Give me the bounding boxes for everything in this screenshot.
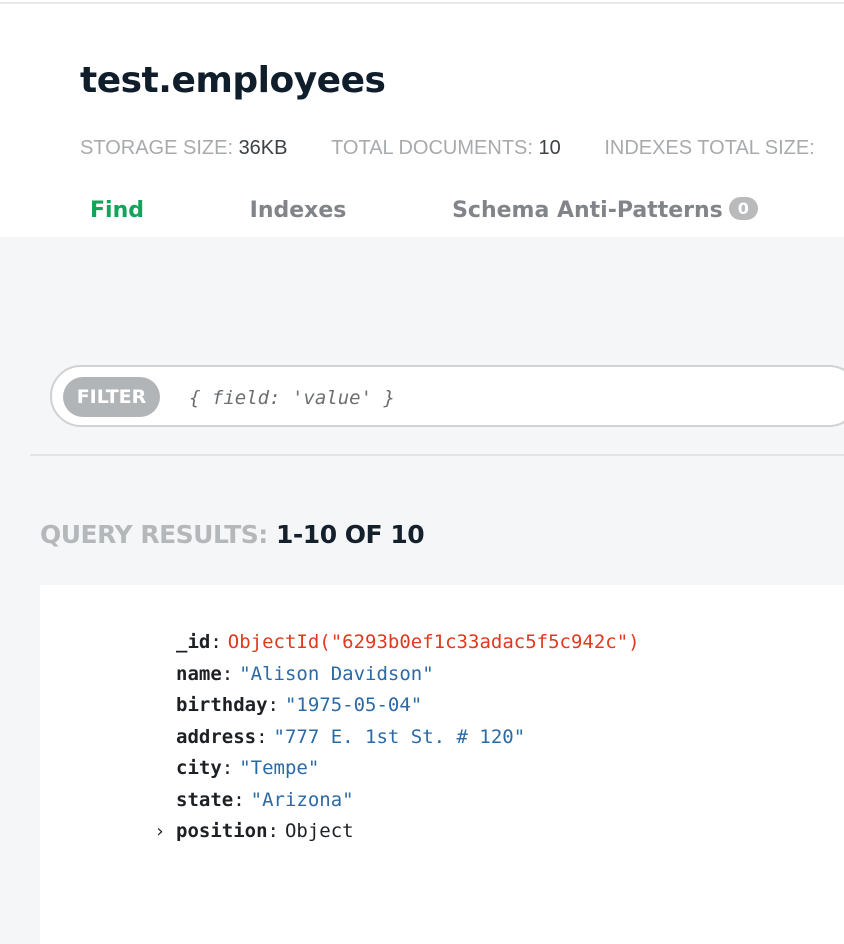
stat-value: 36KB xyxy=(238,137,288,159)
collection-header: test.employees STORAGE SIZE: 36KB TOTAL … xyxy=(0,4,844,237)
field-key: position xyxy=(176,820,268,842)
field-key: birthday xyxy=(176,694,268,716)
chevron-right-icon[interactable]: › xyxy=(152,816,168,848)
stat-indexes-total-size: INDEXES TOTAL SIZE: xyxy=(604,137,814,160)
field-colon: : xyxy=(221,662,234,685)
filter-input[interactable] xyxy=(187,381,791,415)
stat-label: TOTAL DOCUMENTS: xyxy=(331,137,533,159)
stat-label: INDEXES TOTAL SIZE: xyxy=(604,137,815,159)
results-count: 1-10 OF 10 xyxy=(276,520,425,549)
tab-indexes[interactable]: Indexes xyxy=(250,198,347,223)
document-card: _id: ObjectId("6293b0ef1c33adac5f5c942c")… xyxy=(40,585,844,944)
tab-label: Schema Anti-Patterns xyxy=(452,198,723,223)
field-value-string: "777 E. 1st St. # 120" xyxy=(273,725,526,748)
filter-bar: FILTER xyxy=(50,365,844,427)
tab-find[interactable]: Find xyxy=(90,198,144,223)
field-row-position: › position: Object xyxy=(156,816,640,848)
find-panel: FILTER QUERY RESULTS: 1-10 OF 10 _id:Obj… xyxy=(0,237,844,944)
field-key: city xyxy=(176,757,222,779)
field-row-name: name: "Alison Davidson" xyxy=(176,659,640,691)
query-results-heading: QUERY RESULTS: 1-10 OF 10 xyxy=(40,520,425,549)
filter-label-pill: FILTER xyxy=(63,377,160,417)
field-key: name xyxy=(176,662,222,685)
stat-value: 10 xyxy=(538,137,561,159)
stat-label: STORAGE SIZE: xyxy=(80,137,233,159)
divider xyxy=(30,454,844,456)
count-badge: 0 xyxy=(728,197,758,220)
field-value-objectid: ObjectId("6293b0ef1c33adac5f5c942c") xyxy=(227,631,640,653)
field-row-state: state: "Arizona" xyxy=(176,785,640,817)
collection-stats: STORAGE SIZE: 36KB TOTAL DOCUMENTS: 10 I… xyxy=(80,137,844,160)
tab-schema-anti-patterns[interactable]: Schema Anti-Patterns 0 xyxy=(452,197,758,223)
field-colon: : xyxy=(221,757,234,779)
field-row-address: address: "777 E. 1st St. # 120" xyxy=(176,722,640,754)
field-colon: : xyxy=(267,820,279,842)
field-value-string: "1975-05-04" xyxy=(284,694,423,716)
field-colon: : xyxy=(233,788,245,811)
field-value-string: "Alison Davidson" xyxy=(239,662,434,685)
field-key: state xyxy=(176,788,234,811)
field-key: address xyxy=(176,725,257,748)
field-row-birthday: birthday: "1975-05-04" xyxy=(176,690,640,722)
field-colon: : xyxy=(256,725,268,748)
field-value-object: Object xyxy=(284,820,354,842)
collection-tabs: Find Indexes Schema Anti-Patterns 0 xyxy=(90,197,758,223)
field-colon: : xyxy=(267,694,279,716)
field-row-city: city: "Tempe" xyxy=(176,753,640,785)
field-row-id: _id: ObjectId("6293b0ef1c33adac5f5c942c") xyxy=(176,627,640,659)
page-title: test.employees xyxy=(80,60,386,101)
field-value-string: "Arizona" xyxy=(250,788,354,811)
stat-storage-size: STORAGE SIZE: 36KB xyxy=(80,137,288,160)
document-fields: _id: ObjectId("6293b0ef1c33adac5f5c942c")… xyxy=(156,627,640,848)
field-colon: : xyxy=(210,631,222,653)
field-value-string: "Tempe" xyxy=(239,757,320,779)
stat-total-documents: TOTAL DOCUMENTS: 10 xyxy=(331,137,561,160)
results-label: QUERY RESULTS: xyxy=(40,520,268,549)
field-key: _id xyxy=(176,631,211,653)
